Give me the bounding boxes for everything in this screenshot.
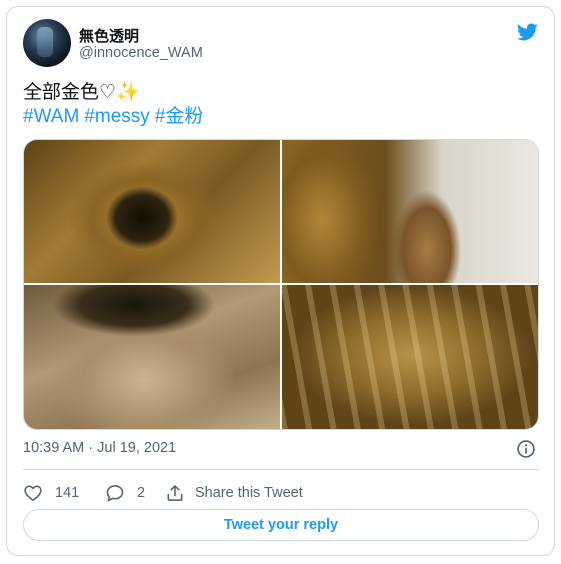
author-handle[interactable]: @innocence_WAM [79,45,203,61]
info-icon[interactable] [516,439,536,459]
share-label: Share this Tweet [195,485,303,501]
tweet-text: 全部金色♡✨ [23,82,140,103]
share-upload-icon [167,485,183,501]
tweet-reply-button[interactable]: Tweet your reply [23,509,539,541]
hashtag-link-wam[interactable]: #WAM [23,106,79,127]
media-grid [23,139,539,430]
photo-2[interactable] [282,140,538,283]
hashtag-list: #WAM #messy #金粉 [23,104,208,129]
speech-bubble-icon [106,485,124,502]
like-button[interactable]: 141 [23,479,79,507]
divider [23,469,539,470]
tweet-card: 無色透明 @innocence_WAM 全部金色♡✨ #WAM #messy #金粉… [6,6,555,556]
tweet-timestamp[interactable]: 10:39 AM · Jul 19, 2021 [23,440,176,456]
heart-icon [24,485,42,501]
like-count: 141 [55,485,80,501]
author-display-name[interactable]: 無色透明 [79,25,139,46]
photo-3[interactable] [24,285,280,429]
photo-1[interactable] [24,140,280,283]
reply-button[interactable]: 2 [105,479,145,507]
photo-4[interactable] [282,285,538,429]
avatar[interactable] [23,19,71,67]
twitter-bird-icon[interactable] [514,21,540,43]
hashtag-link-messy[interactable]: #messy [84,106,149,127]
hashtag-link-gold-powder[interactable]: #金粉 [155,106,204,127]
share-button[interactable]: Share this Tweet [165,479,303,507]
reply-count: 2 [137,485,146,501]
action-bar: 141 2 Share this Tweet [23,479,539,507]
